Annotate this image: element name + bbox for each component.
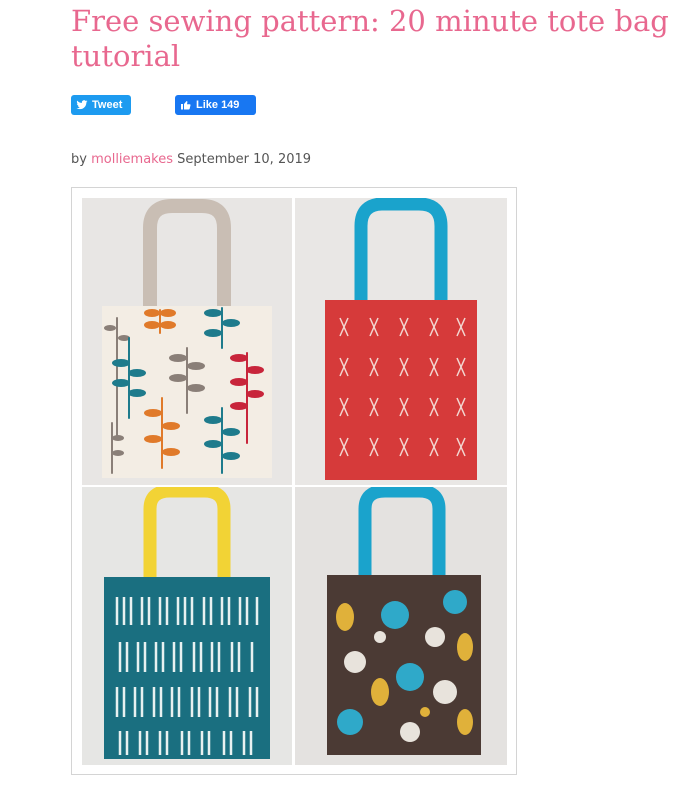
thumbs-up-icon [181, 101, 191, 110]
like-label: Like 149 [196, 99, 240, 111]
author-link[interactable]: molliemakes [91, 152, 173, 167]
tote-bag-photo-brown-floral [295, 487, 507, 765]
tweet-label: Tweet [92, 99, 123, 111]
featured-image [71, 187, 517, 775]
twitter-bird-icon [76, 100, 88, 110]
byline-prefix: by [71, 152, 87, 167]
tote-bag-photo-red [295, 198, 507, 485]
tote-bag-photo-cream [82, 198, 292, 485]
facebook-like-button[interactable]: Like 149 [175, 95, 256, 115]
tote-bag-photo-teal [82, 487, 292, 765]
post-date: September 10, 2019 [177, 152, 312, 167]
tweet-button[interactable]: Tweet [71, 95, 131, 115]
page-title: Free sewing pattern: 20 minute tote bag … [71, 4, 669, 73]
post-byline: by molliemakes September 10, 2019 [71, 152, 311, 167]
